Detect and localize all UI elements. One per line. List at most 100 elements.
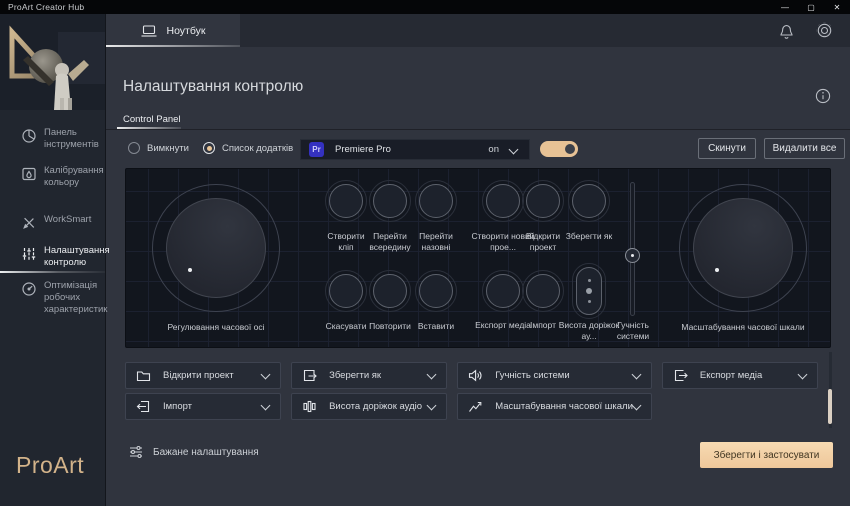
- open-project-button[interactable]: [526, 184, 560, 218]
- paste-label: Вставити: [406, 321, 466, 332]
- chevron-down-icon: [631, 400, 641, 410]
- tab-laptop[interactable]: Ноутбук: [105, 14, 240, 47]
- radio-app-list-label: Список додатків: [222, 143, 293, 154]
- chevron-down-icon: [509, 145, 519, 155]
- gear-icon[interactable]: [814, 20, 835, 41]
- system-volume-slider-knob[interactable]: [625, 248, 640, 263]
- save-and-apply-button[interactable]: Зберегти і застосувати: [700, 442, 833, 468]
- performance-icon: [21, 281, 37, 297]
- control-settings-icon: [21, 246, 37, 262]
- undo-button[interactable]: [329, 274, 363, 308]
- main-content: Ноутбук Налаштування контролю Control Pa…: [105, 14, 850, 506]
- save-as-label: Зберегти як: [558, 231, 620, 242]
- proart-artwork: [0, 14, 105, 110]
- toggle-knob: [565, 144, 575, 154]
- assignment-import[interactable]: Імпорт: [125, 393, 281, 420]
- sidebar-item-performance[interactable]: Оптимізація робочих характеристик: [0, 280, 105, 316]
- paste-button[interactable]: [419, 274, 453, 308]
- reset-button[interactable]: Скинути: [698, 138, 756, 159]
- assignment-label: Зберегти як: [329, 370, 381, 381]
- titlebar: ProArt Creator Hub — ▢ ✕: [0, 0, 850, 14]
- dial-indicator-dot: [188, 268, 192, 272]
- scrollbar-thumb[interactable]: [828, 389, 832, 424]
- radio-circle-icon: [128, 142, 140, 154]
- assignment-label: Гучність системи: [495, 370, 569, 381]
- color-calibration-icon: [21, 166, 37, 182]
- capsule-dot: [588, 279, 591, 282]
- capsule-dot: [588, 300, 591, 303]
- sidebar-item-label: Оптимізація робочих характеристик: [44, 280, 107, 316]
- app-select-dropdown[interactable]: Pr Premiere Pro on: [300, 139, 530, 160]
- window-title: ProArt Creator Hub: [8, 2, 84, 12]
- assignment-label: Експорт медіа: [700, 370, 762, 381]
- assignment-label: Імпорт: [163, 401, 192, 412]
- track-height-control[interactable]: [576, 267, 602, 315]
- sidebar-item-label: WorkSmart: [44, 214, 91, 226]
- assignment-timeline-zoom[interactable]: Масштабування часової шкали: [457, 393, 652, 420]
- radio-disable[interactable]: Вимкнути: [128, 142, 189, 154]
- active-item-underline: [0, 271, 105, 273]
- assignment-open-project[interactable]: Відкрити проект: [125, 362, 281, 389]
- dashboard-icon: [21, 128, 37, 144]
- sidebar-item-control-settings[interactable]: Налаштування контролю: [0, 245, 105, 269]
- worksmart-icon: [21, 215, 37, 231]
- bell-icon[interactable]: [777, 22, 796, 41]
- redo-button[interactable]: [373, 274, 407, 308]
- tab-active-underline: [105, 45, 240, 47]
- folder-icon: [136, 368, 151, 383]
- sidebar-item-worksmart[interactable]: WorkSmart: [0, 214, 105, 231]
- step-into-button[interactable]: [373, 184, 407, 218]
- chevron-down-icon: [261, 400, 271, 410]
- sidebar-item-label: Калібрування кольору: [44, 165, 104, 189]
- preferred-settings[interactable]: Бажане налаштування: [128, 444, 259, 460]
- proart-logo: ProArt: [16, 452, 84, 479]
- export-icon: [673, 368, 688, 383]
- system-volume-label: Гучність системи: [603, 320, 663, 342]
- app-enable-toggle[interactable]: [540, 141, 578, 157]
- tab-control-panel[interactable]: Control Panel: [123, 114, 181, 125]
- minimize-icon[interactable]: —: [772, 0, 798, 14]
- assignment-label: Відкрити проект: [163, 370, 234, 381]
- laptop-icon: [140, 23, 158, 39]
- sidebar-item-color-calibration[interactable]: Калібрування кольору: [0, 165, 105, 189]
- close-icon[interactable]: ✕: [824, 0, 850, 14]
- app-name: Premiere Pro: [335, 144, 391, 155]
- maximize-icon[interactable]: ▢: [798, 0, 824, 14]
- new-project-button[interactable]: [486, 184, 520, 218]
- assignment-save-as[interactable]: Зберегти як: [291, 362, 447, 389]
- toolbar: Вимкнути Список додатків Pr Premiere Pro…: [105, 138, 850, 162]
- export-media-button[interactable]: [486, 274, 520, 308]
- info-icon[interactable]: [815, 88, 831, 104]
- delete-all-button[interactable]: Видалити все: [764, 138, 845, 159]
- app-state: on: [488, 144, 499, 155]
- dial-knob[interactable]: [693, 198, 793, 298]
- dial-knob[interactable]: [166, 198, 266, 298]
- sidebar-item-label: Налаштування контролю: [44, 245, 110, 269]
- track-height-icon: [302, 399, 317, 414]
- sidebar-item-dashboard[interactable]: Панель інструментів: [0, 127, 105, 151]
- assignment-grid: Відкрити проект Зберегти як Гучність сис…: [125, 362, 818, 420]
- radio-app-list[interactable]: Список додатків: [203, 142, 293, 154]
- assignment-system-volume[interactable]: Гучність системи: [457, 362, 652, 389]
- preferred-settings-label: Бажане налаштування: [153, 447, 259, 458]
- device-control-panel: Регулювання часової осі Масштабування ча…: [125, 168, 831, 348]
- step-out-button[interactable]: [419, 184, 453, 218]
- premiere-pro-icon: Pr: [309, 142, 324, 157]
- chevron-down-icon: [427, 369, 437, 379]
- assignment-track-height[interactable]: Висота доріжок аудіо: [291, 393, 447, 420]
- tab-laptop-label: Ноутбук: [167, 25, 206, 37]
- assignment-export-media[interactable]: Експорт медіа: [662, 362, 818, 389]
- chevron-down-icon: [631, 369, 641, 379]
- divider: [105, 129, 850, 130]
- create-clip-button[interactable]: [329, 184, 363, 218]
- save-as-icon: [302, 368, 317, 383]
- timeline-zoom-dial[interactable]: [679, 184, 807, 312]
- chevron-down-icon: [427, 400, 437, 410]
- timeline-dial[interactable]: [152, 184, 280, 312]
- step-out-label: Перейти назовні: [409, 231, 463, 253]
- timeline-dial-label: Регулювання часової осі: [131, 322, 301, 333]
- assignment-label: Масштабування часової шкали: [495, 401, 633, 412]
- import-button[interactable]: [526, 274, 560, 308]
- sidebar-item-label: Панель інструментів: [44, 127, 101, 151]
- save-as-button[interactable]: [572, 184, 606, 218]
